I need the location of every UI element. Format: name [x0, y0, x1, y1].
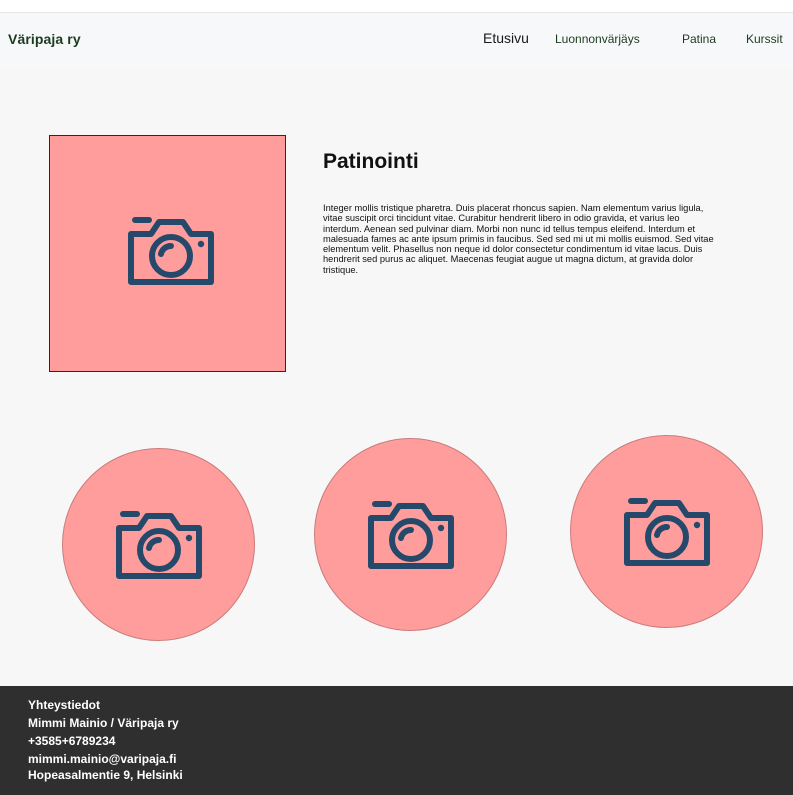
camera-icon: [128, 217, 214, 285]
footer-email: mimmi.mainio@varipaja.fi: [28, 752, 177, 766]
top-strip: [0, 0, 793, 12]
nav-item-luonnonvarjays[interactable]: Luonnonvärjäys: [555, 32, 640, 46]
footer-address: Hopeasalmentie 9, Helsinki: [28, 768, 183, 782]
page: Väripaja ry Etusivu Luonnonvärjäys Patin…: [0, 0, 793, 795]
article-body: Integer mollis tristique pharetra. Duis …: [323, 203, 714, 275]
camera-icon: [624, 498, 710, 566]
footer: Yhteystiedot Mimmi Mainio / Väripaja ry …: [0, 686, 793, 795]
navbar: Väripaja ry Etusivu Luonnonvärjäys Patin…: [0, 12, 793, 68]
hero-image-placeholder: [49, 135, 286, 372]
footer-contact-name: Mimmi Mainio / Väripaja ry: [28, 716, 179, 730]
camera-icon: [116, 511, 202, 579]
main-content: Patinointi Integer mollis tristique phar…: [0, 68, 793, 686]
gallery-image-3: [570, 435, 763, 628]
nav-item-kurssit[interactable]: Kurssit: [746, 32, 783, 46]
nav-item-patina[interactable]: Patina: [682, 32, 716, 46]
article-title: Patinointi: [323, 150, 419, 173]
nav-item-etusivu[interactable]: Etusivu: [483, 30, 529, 46]
gallery-image-2: [314, 438, 507, 631]
footer-heading: Yhteystiedot: [28, 698, 101, 712]
footer-phone: +3585+6789234: [28, 734, 116, 748]
gallery-image-1: [62, 448, 255, 641]
camera-icon: [368, 501, 454, 569]
brand-logo-text[interactable]: Väripaja ry: [8, 31, 81, 47]
